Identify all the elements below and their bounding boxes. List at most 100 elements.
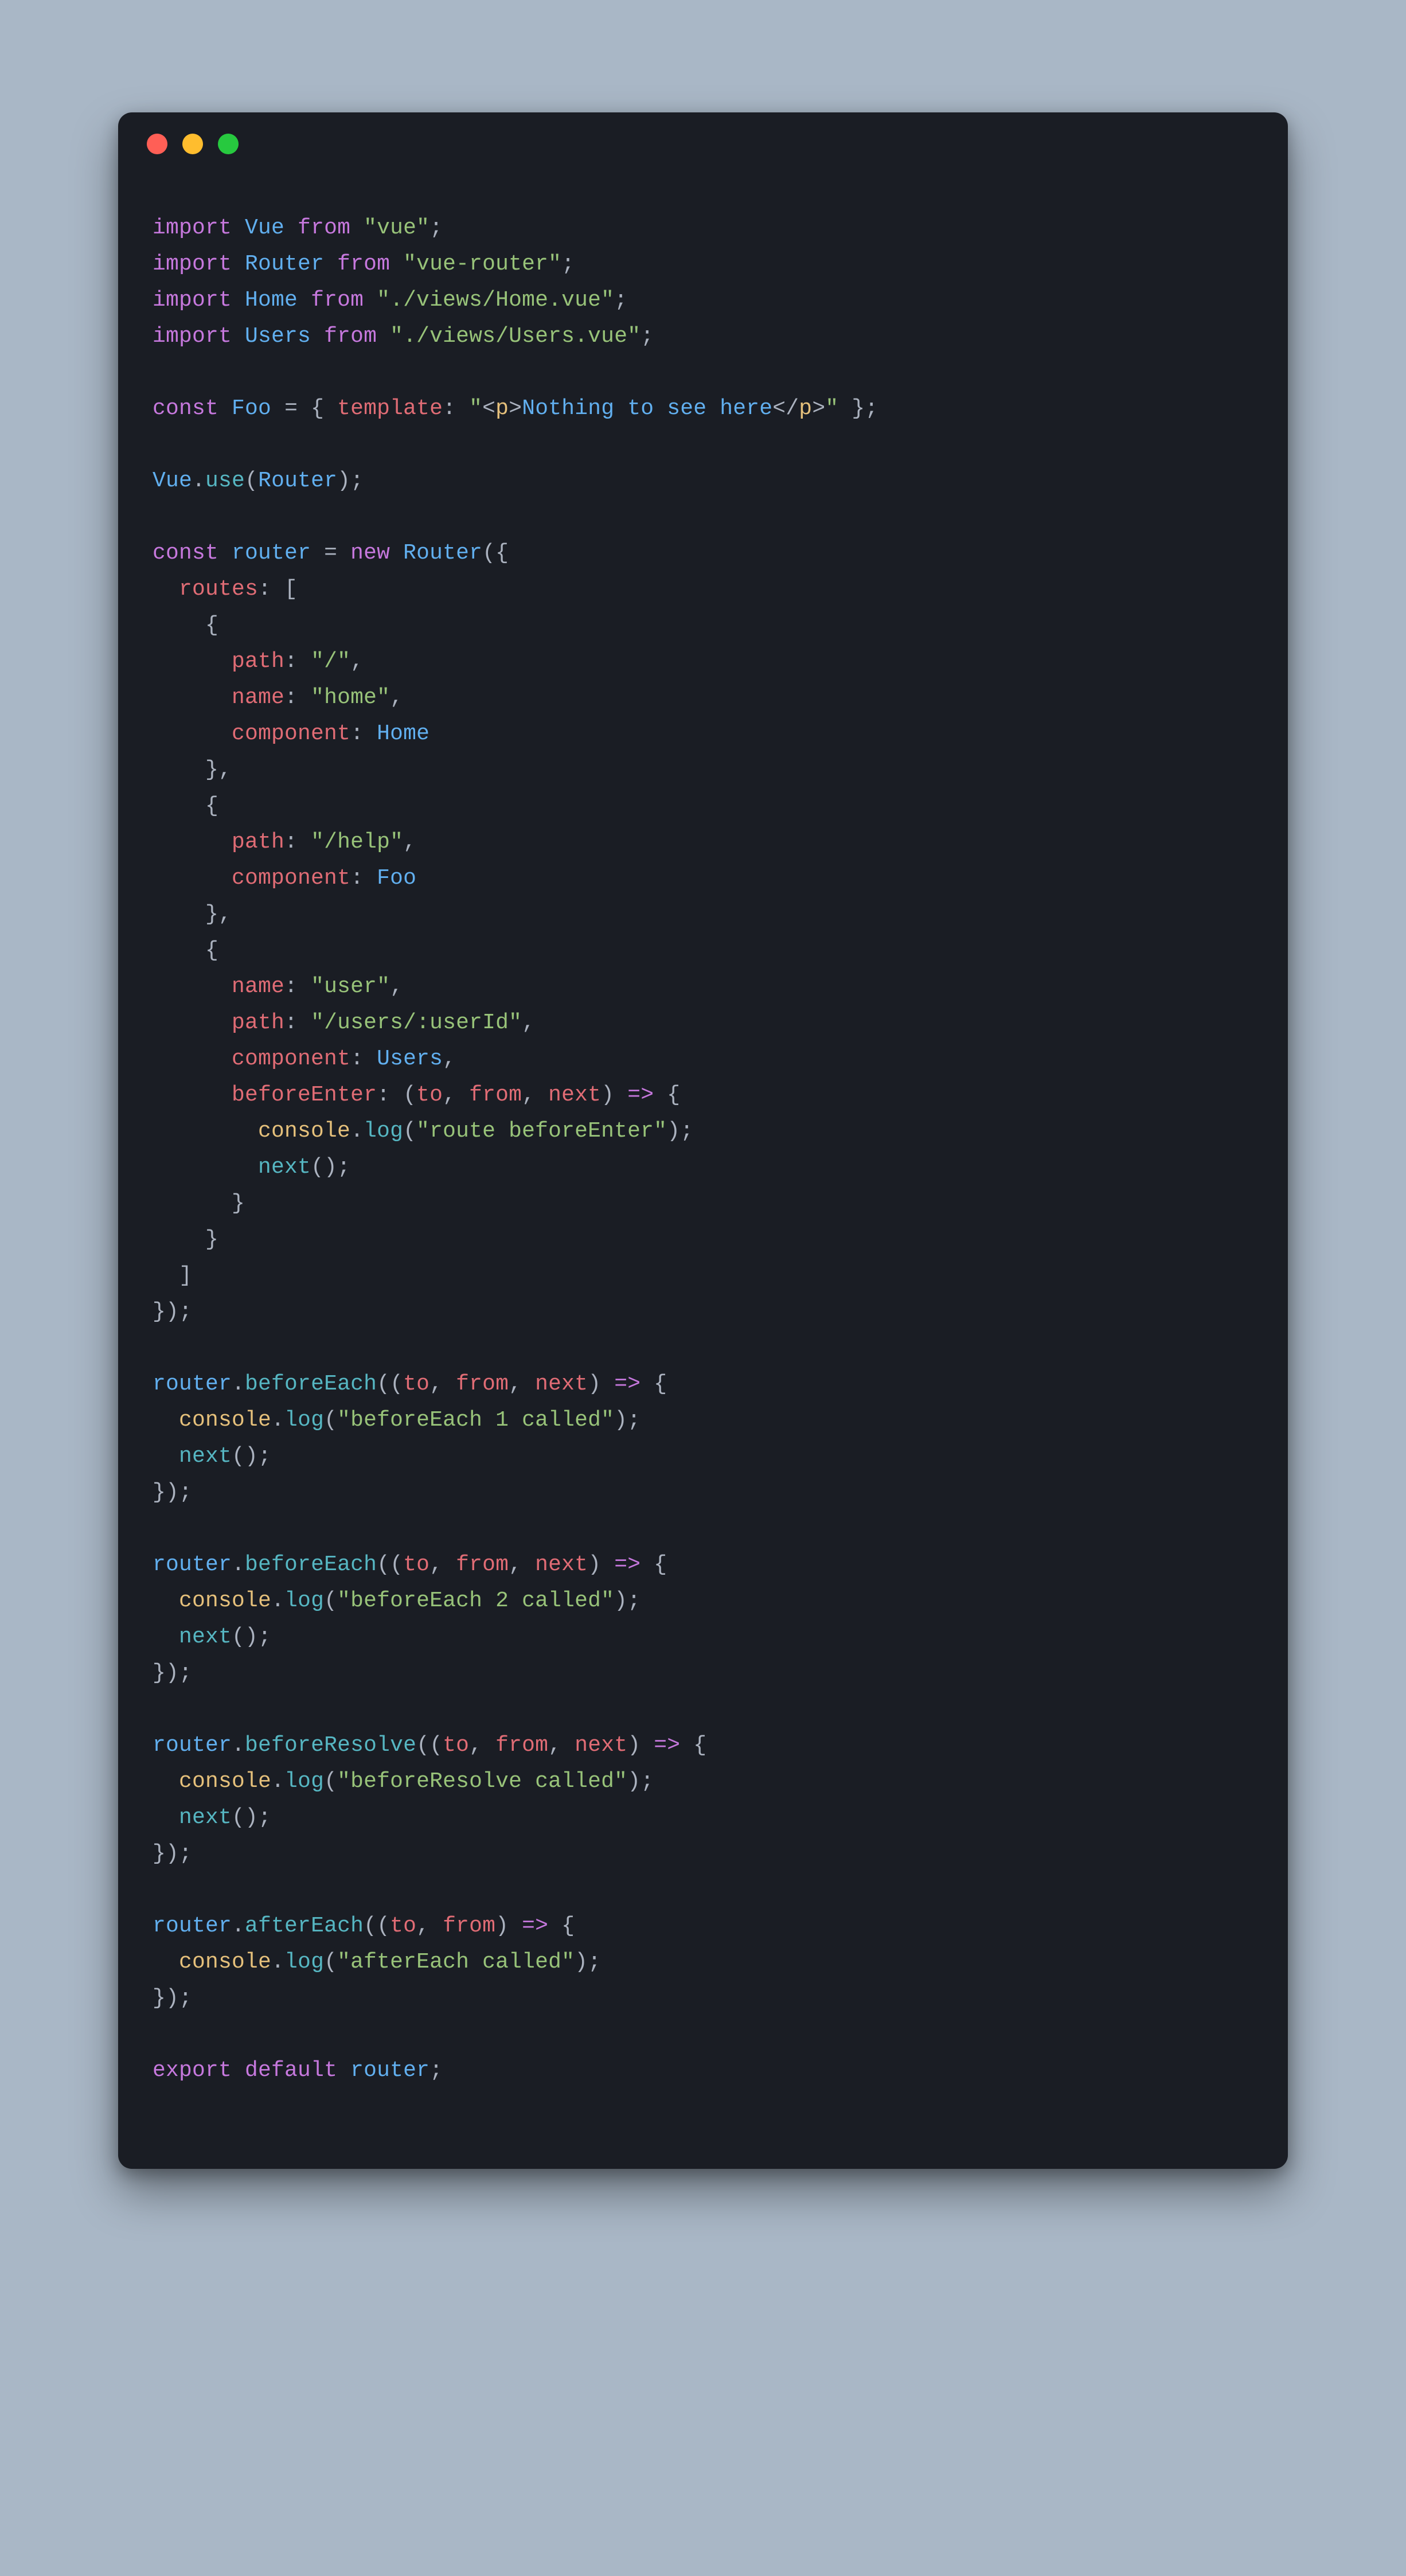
comma: ,: [390, 685, 403, 710]
str: "/help": [311, 830, 403, 854]
window-titlebar: [118, 112, 1288, 175]
indent: [153, 1119, 258, 1143]
punct: (: [324, 1769, 337, 1794]
fn-next: next: [179, 1625, 232, 1649]
sp: [232, 2058, 245, 2083]
prop-path: path: [232, 1010, 284, 1035]
id-console: console: [179, 1769, 271, 1794]
punct: ();: [232, 1625, 271, 1649]
indent: [153, 649, 232, 674]
id-users: Users: [377, 1047, 443, 1071]
indent: [153, 721, 232, 746]
punct: ((: [377, 1552, 403, 1577]
punct: :: [284, 830, 311, 854]
arg-from: from: [495, 1733, 548, 1758]
arg-next: next: [535, 1552, 588, 1577]
str: "afterEach called": [337, 1950, 575, 1974]
fn-before-each: beforeEach: [245, 1552, 377, 1577]
indent: [153, 830, 232, 854]
sp: [390, 541, 403, 565]
kw-from: from: [311, 288, 364, 313]
close-icon[interactable]: [147, 134, 167, 154]
prop-routes: routes: [179, 577, 258, 602]
bracket: ]: [179, 1263, 192, 1288]
brace: {: [205, 613, 218, 638]
punct: ): [588, 1372, 614, 1396]
dot: .: [271, 1408, 284, 1433]
punct: :: [443, 396, 469, 421]
punct: );: [337, 469, 364, 493]
comma: ,: [522, 1083, 548, 1107]
kw-const: const: [153, 396, 218, 421]
id-vue: Vue: [245, 216, 284, 240]
prop-name: name: [232, 685, 284, 710]
fn-after-each: afterEach: [245, 1914, 364, 1938]
dot: .: [232, 1914, 245, 1938]
punct: ();: [232, 1444, 271, 1469]
punct: ): [588, 1552, 614, 1577]
semi: ;: [561, 252, 575, 276]
indent: [153, 1155, 258, 1180]
punct: (: [324, 1408, 337, 1433]
minimize-icon[interactable]: [182, 134, 203, 154]
punct: >: [509, 396, 522, 421]
kw-const: const: [153, 541, 218, 565]
prop-template: template: [337, 396, 443, 421]
id-router-var: router: [153, 1914, 232, 1938]
punct: ((: [416, 1733, 443, 1758]
str: "home": [311, 685, 390, 710]
indent: [153, 1769, 179, 1794]
punct: :: [350, 866, 377, 891]
fn-next: next: [258, 1155, 311, 1180]
dot: .: [232, 1733, 245, 1758]
comma: ,: [443, 1083, 469, 1107]
brace: },: [205, 758, 232, 782]
punct: });: [153, 1661, 192, 1685]
id-users: Users: [245, 324, 311, 349]
punct: );: [627, 1769, 654, 1794]
indent: [153, 1625, 179, 1649]
punct: ): [601, 1083, 627, 1107]
kw-import: import: [153, 216, 232, 240]
brace: },: [205, 902, 232, 927]
fn-log: log: [284, 1588, 324, 1613]
id-router: Router: [403, 541, 482, 565]
kw-from: from: [298, 216, 350, 240]
kw-from: from: [337, 252, 390, 276]
brace: {: [680, 1733, 706, 1758]
indent: [153, 577, 179, 602]
arg-to: to: [416, 1083, 443, 1107]
punct: : (: [377, 1083, 416, 1107]
semi: ;: [614, 288, 627, 313]
fn-log: log: [364, 1119, 403, 1143]
punct: ): [627, 1733, 654, 1758]
str: "/": [311, 649, 350, 674]
semi: ;: [429, 2058, 443, 2083]
comma: ,: [429, 1372, 456, 1396]
id-router-var: router: [232, 541, 311, 565]
dot: .: [271, 1950, 284, 1974]
kw-import: import: [153, 288, 232, 313]
indent: [153, 758, 205, 782]
kw-default: default: [245, 2058, 337, 2083]
arg-from: from: [443, 1914, 495, 1938]
punct: :: [284, 974, 311, 999]
punct: =: [311, 541, 350, 565]
comma: ,: [416, 1914, 443, 1938]
maximize-icon[interactable]: [218, 134, 239, 154]
indent: [153, 1010, 232, 1035]
comma: ,: [443, 1047, 456, 1071]
brace: {: [654, 1083, 680, 1107]
comma: ,: [509, 1552, 535, 1577]
str-quote: ": [825, 396, 838, 421]
punct: ((: [364, 1914, 390, 1938]
dot: .: [232, 1372, 245, 1396]
str: "user": [311, 974, 390, 999]
brace: }: [205, 1227, 218, 1252]
indent: [153, 938, 205, 963]
punct: });: [153, 1841, 192, 1866]
indent: [153, 794, 205, 818]
punct: };: [838, 396, 878, 421]
punct: );: [667, 1119, 693, 1143]
punct: });: [153, 1299, 192, 1324]
